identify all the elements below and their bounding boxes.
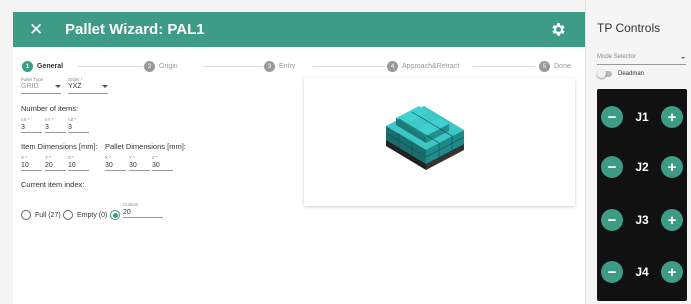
deadman-toggle[interactable]: Deadman (597, 69, 645, 78)
chevron-down-icon (102, 85, 108, 88)
item-y-field[interactable]: Y * 20 (45, 155, 66, 171)
step-approach-retract[interactable]: 4 Approach&Retract (387, 61, 464, 72)
item-x-value: 10 (21, 161, 42, 171)
radio-button[interactable] (63, 210, 73, 220)
pallet-type-value-box: GRID (21, 83, 61, 94)
radio-full[interactable]: Full (27) (21, 210, 61, 220)
j2-label: J2 (635, 160, 649, 174)
item-y-value: 20 (45, 161, 66, 171)
pallet-x-field[interactable]: X * 30 (105, 155, 126, 171)
step-label: Done (554, 63, 571, 70)
deadman-switch[interactable] (597, 69, 612, 78)
joint-row-j3: − J3 + (597, 205, 687, 235)
j3-plus-button[interactable]: + (661, 209, 683, 231)
nx-value: 3 (21, 123, 42, 133)
j1-plus-button[interactable]: + (661, 106, 683, 128)
joint-row-j2: − J2 + (597, 152, 687, 182)
joint-row-j1: − J1 + (597, 102, 687, 132)
tp-controls-title: TP Controls (597, 21, 661, 35)
nz-field[interactable]: nZ * 3 (68, 117, 89, 133)
tp-controls-panel: TP Controls Mode Selector Deadman − J1 +… (585, 0, 691, 304)
order-value: YXZ (68, 83, 82, 90)
item-x-field[interactable]: X * 10 (21, 155, 42, 171)
j4-minus-button[interactable]: − (601, 261, 623, 283)
radio-button[interactable] (110, 210, 120, 220)
chevron-down-icon (55, 85, 61, 88)
nz-value: 3 (68, 123, 89, 133)
j4-label: J4 (635, 265, 649, 279)
general-form: Pallet Type GRID Order * YXZ Number of i… (13, 12, 303, 304)
radio-empty-label: Empty (0) (77, 211, 108, 219)
ny-value: 3 (45, 123, 66, 133)
pallet-y-field[interactable]: Y * 30 (129, 155, 150, 171)
j1-minus-button[interactable]: − (601, 106, 623, 128)
custom-value: 20 (123, 208, 163, 218)
j3-label: J3 (635, 213, 649, 227)
step-number: 5 (539, 61, 550, 72)
pallet-dimensions-label: Pallet Dimensions [mm]: (105, 142, 186, 151)
nx-field[interactable]: nX * 3 (21, 117, 42, 133)
number-of-items-label: Number of items: (21, 104, 79, 113)
current-item-index-label: Current item index: (21, 180, 85, 189)
order-select[interactable]: Order * YXZ (68, 77, 108, 95)
custom-index-field[interactable]: Custom 20 (123, 202, 163, 218)
mode-selector-placeholder: Mode Selector (597, 54, 636, 60)
pallet-z-field[interactable]: Z * 30 (152, 155, 173, 171)
radio-button[interactable] (21, 210, 31, 220)
ny-field[interactable]: nY * 3 (45, 117, 66, 133)
pallet-z-value: 30 (152, 161, 173, 171)
radio-empty[interactable]: Empty (0) (63, 210, 107, 220)
gear-icon[interactable] (550, 21, 567, 38)
item-dimensions-label: Item Dimensions [mm]: (21, 142, 98, 151)
j4-plus-button[interactable]: + (661, 261, 683, 283)
joint-row-j4: − J4 + (597, 257, 687, 287)
radio-full-label: Full (27) (35, 211, 61, 219)
order-value-box: YXZ (68, 83, 108, 94)
item-z-field[interactable]: Z * 10 (68, 155, 89, 171)
pallet-preview (304, 78, 575, 206)
step-label: Approach&Retract (402, 63, 460, 70)
j2-minus-button[interactable]: − (601, 156, 623, 178)
j1-label: J1 (635, 110, 649, 124)
pallet-x-value: 30 (105, 161, 126, 171)
radio-custom[interactable] (110, 210, 124, 220)
pallet-3d-image (385, 106, 465, 170)
pallet-type-value: GRID (21, 83, 39, 90)
chevron-down-icon (681, 57, 685, 59)
j3-minus-button[interactable]: − (601, 209, 623, 231)
step-done[interactable]: 5 Done (539, 61, 575, 72)
deadman-label: Deadman (618, 71, 645, 77)
pallet-type-select[interactable]: Pallet Type GRID (21, 77, 61, 95)
item-z-value: 10 (68, 161, 89, 171)
step-number: 4 (387, 61, 398, 72)
j2-plus-button[interactable]: + (661, 156, 683, 178)
mode-selector[interactable]: Mode Selector (597, 54, 686, 65)
joint-jog-controls: − J1 + − J2 + − J3 + − J4 + (597, 89, 687, 301)
pallet-y-value: 30 (129, 161, 150, 171)
